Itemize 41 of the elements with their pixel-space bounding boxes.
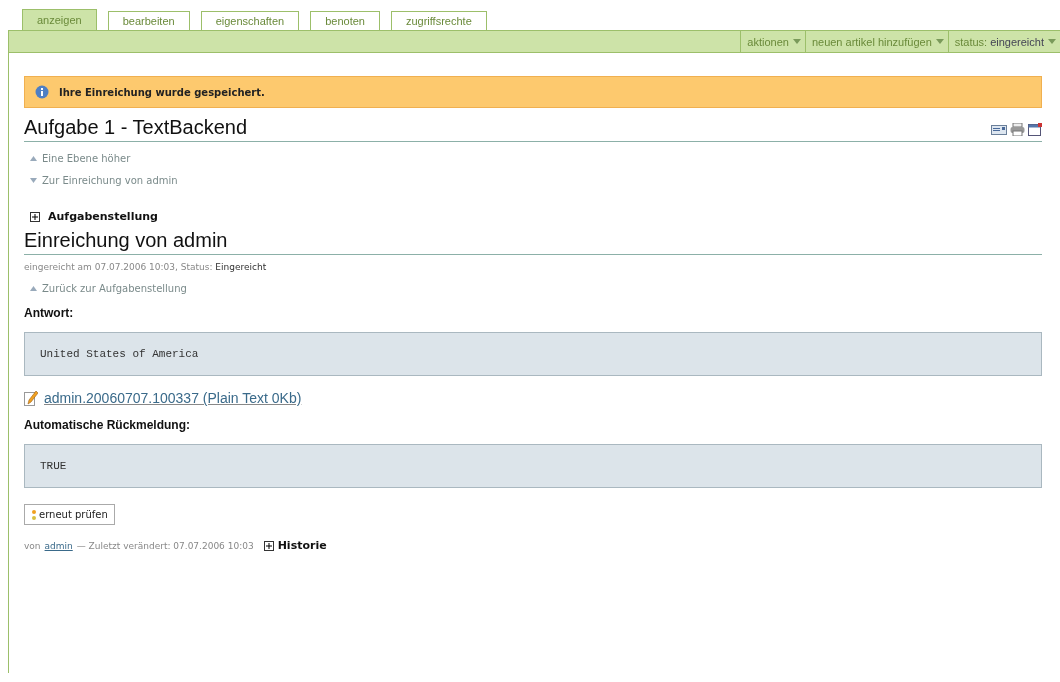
tab[interactable]: anzeigen — [22, 9, 97, 30]
history-toggle[interactable]: Historie — [277, 539, 327, 552]
field-label: Antwort: — [24, 306, 75, 320]
section-heading: Einreichung von admin — [24, 229, 1042, 255]
expand-icon[interactable] — [30, 211, 40, 222]
page-title: Aufgabe 1 - TextBackend — [24, 116, 248, 139]
tab[interactable]: benoten — [310, 11, 380, 30]
status-value: eingereicht — [990, 35, 1044, 48]
tab[interactable]: eigenschaften — [200, 11, 300, 30]
message-text: Ihre Einreichung wurde gespeichert. — [59, 86, 265, 98]
byline-text: von — [24, 540, 41, 551]
caret-icon — [1048, 39, 1056, 44]
tab[interactable]: zugriffsrechte — [390, 11, 487, 30]
up-arrow-icon — [30, 286, 37, 291]
nav-link[interactable]: Eine Ebene höher — [42, 153, 131, 164]
back-link[interactable]: Zurück zur Aufgabenstellung — [42, 283, 187, 294]
file-link[interactable]: admin.20060707.100337 (Plain Text 0Kb) — [44, 390, 302, 406]
caret-icon — [792, 39, 801, 44]
menu-button[interactable]: status: eingereicht — [947, 31, 1060, 52]
mail-icon[interactable] — [991, 124, 1007, 135]
feedback-box: TRUE — [24, 444, 1042, 488]
nav-link[interactable]: Zur Einreichung von admin — [42, 175, 178, 186]
info-icon — [35, 85, 49, 99]
menu-button[interactable]: aktionen — [740, 31, 805, 52]
status-text: Eingereicht — [215, 262, 267, 272]
pencil-icon — [24, 390, 38, 406]
tab[interactable]: bearbeiten — [107, 11, 190, 30]
field-label: Automatische Rückmeldung: — [24, 418, 192, 432]
caret-icon — [935, 39, 944, 44]
submission-meta: eingereicht am 07.07.2006 10:03, Status: — [24, 262, 213, 272]
modified-text: — Zuletzt verändert: 07.07.2006 10:03 — [76, 540, 254, 551]
down-arrow-icon — [30, 178, 37, 183]
up-arrow-icon — [30, 156, 37, 161]
section-toggle[interactable]: Aufgabenstellung — [48, 210, 158, 223]
author-link[interactable]: admin — [44, 540, 73, 551]
window-icon[interactable] — [1028, 123, 1042, 136]
expand-icon[interactable] — [263, 540, 274, 551]
menu-button[interactable]: neuen artikel hinzufügen — [804, 31, 948, 52]
print-icon[interactable] — [1010, 123, 1025, 136]
answer-box: United States of America — [24, 332, 1042, 376]
recheck-button[interactable]: erneut prüfen — [24, 504, 115, 525]
